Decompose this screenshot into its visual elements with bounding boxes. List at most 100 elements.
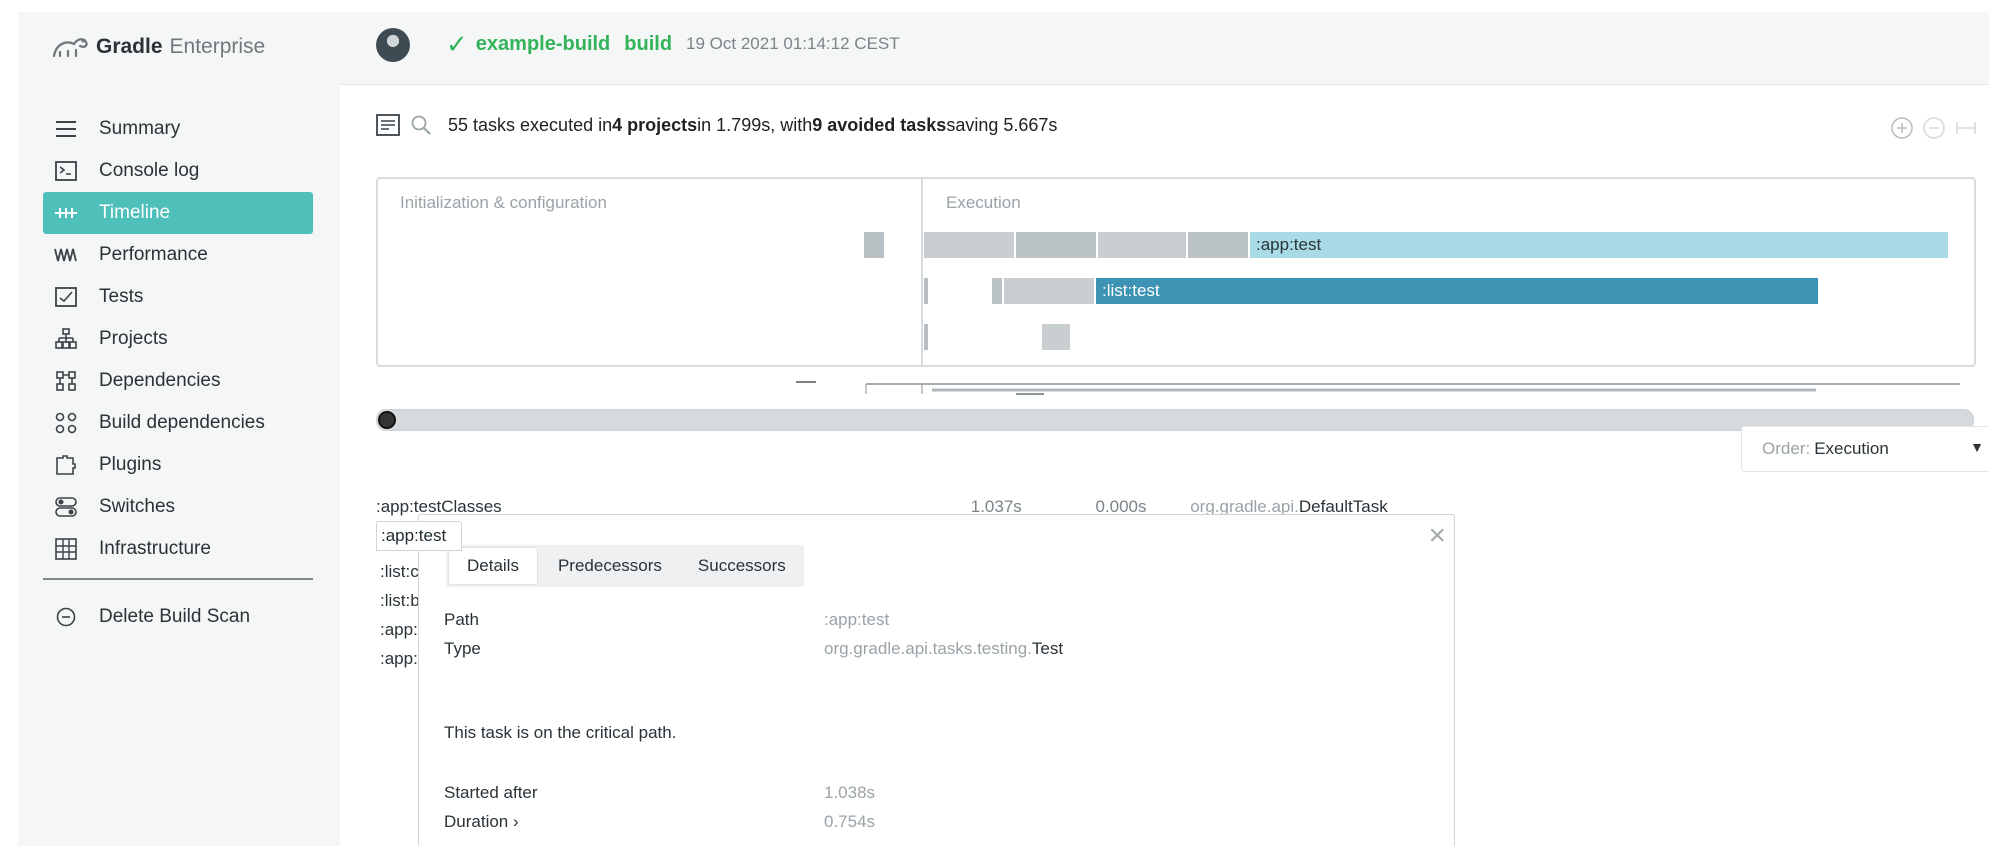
- sidebar-item-projects[interactable]: Projects: [43, 318, 313, 360]
- sidebar-item-label: Build dependencies: [99, 412, 265, 433]
- performance-icon: [51, 242, 81, 268]
- sidebar-item-infrastructure[interactable]: Infrastructure: [43, 528, 313, 570]
- task-bar[interactable]: [1188, 232, 1248, 258]
- started-after-label: Started after: [444, 783, 538, 802]
- build-dependencies-icon: [51, 410, 81, 436]
- summary-icon: [51, 116, 81, 142]
- started-after-value: 1.038s: [824, 783, 876, 802]
- duration-value: 0.754s: [824, 812, 876, 831]
- zoom-controls: [1890, 116, 1978, 140]
- task-bar[interactable]: [1098, 232, 1186, 258]
- projects-icon: [51, 326, 81, 352]
- sidebar-item-label: Projects: [99, 328, 168, 349]
- tab-successors[interactable]: Successors: [680, 545, 804, 587]
- detail-tabs: Details Predecessors Successors: [446, 545, 804, 587]
- summary-avoided: 9 avoided tasks: [812, 114, 947, 135]
- sidebar: Summary Console log Timeline Performance…: [18, 84, 340, 846]
- summary-middle: in 1.799s, with: [697, 114, 813, 135]
- sidebar-item-label: Switches: [99, 496, 176, 517]
- task-bar[interactable]: [864, 232, 884, 258]
- sidebar-item-summary[interactable]: Summary: [43, 108, 313, 150]
- sidebar-item-timeline[interactable]: Timeline: [43, 192, 313, 234]
- tab-predecessors[interactable]: Predecessors: [540, 545, 680, 587]
- dependencies-icon: [51, 368, 81, 394]
- sidebar-item-label: Summary: [99, 118, 181, 139]
- path-value: :app:test: [824, 610, 890, 629]
- zoom-out-icon[interactable]: [1922, 116, 1946, 140]
- init-phase-label: Initialization & configuration: [400, 193, 607, 212]
- brand-name: Gradle: [96, 35, 163, 58]
- type-prefix: org.gradle.api.tasks.testing.: [824, 639, 1032, 658]
- brand-product: Enterprise: [169, 35, 266, 58]
- list-view-icon[interactable]: [376, 114, 400, 136]
- build-task[interactable]: build: [624, 33, 672, 56]
- sidebar-item-label: Performance: [99, 244, 208, 265]
- scrollbar-handle[interactable]: [378, 411, 396, 429]
- sidebar-item-performance[interactable]: Performance: [43, 234, 313, 276]
- type-label: Type: [444, 639, 481, 658]
- infrastructure-icon: [51, 536, 81, 562]
- sidebar-item-tests[interactable]: Tests: [43, 276, 313, 318]
- zoom-in-icon[interactable]: [1890, 116, 1914, 140]
- summary-suffix: saving 5.667s: [946, 114, 1058, 135]
- fit-width-icon[interactable]: [1954, 116, 1978, 140]
- sidebar-item-label: Dependencies: [99, 370, 221, 391]
- list-test-bar[interactable]: :list:test: [1096, 278, 1818, 304]
- task-bar[interactable]: [924, 278, 928, 304]
- avatar[interactable]: [376, 28, 410, 62]
- search-icon[interactable]: [410, 114, 432, 136]
- task-bar[interactable]: [992, 278, 1002, 304]
- selected-task[interactable]: :app:test: [376, 521, 462, 551]
- sidebar-item-label: Infrastructure: [99, 538, 211, 559]
- close-icon[interactable]: ×: [1428, 521, 1446, 551]
- delete-build-scan-button[interactable]: Delete Build Scan: [43, 596, 313, 638]
- sidebar-item-console-log[interactable]: Console log: [43, 150, 313, 192]
- list-test-bar-label: :list:test: [1102, 281, 1160, 300]
- minus-circle-icon: [51, 604, 81, 630]
- sidebar-item-label: Timeline: [99, 202, 171, 223]
- build-name[interactable]: example-build: [476, 33, 610, 56]
- task-bar[interactable]: [1004, 278, 1094, 304]
- task-bar[interactable]: [924, 324, 928, 350]
- sidebar-item-label: Plugins: [99, 454, 162, 475]
- tests-icon: [51, 284, 81, 310]
- phase-divider: [921, 179, 923, 365]
- sidebar-item-plugins[interactable]: Plugins: [43, 444, 313, 486]
- task-bar[interactable]: [924, 232, 1014, 258]
- gradle-logo-icon: [52, 38, 88, 58]
- critical-path-note: This task is on the critical path.: [444, 723, 677, 742]
- timeline-minimap[interactable]: [376, 374, 1972, 400]
- summary-prefix: 55 tasks executed in: [448, 114, 613, 135]
- timeline-summary: 55 tasks executed in 4 projects in 1.799…: [376, 114, 1057, 136]
- order-value: Execution: [1814, 439, 1889, 458]
- order-select[interactable]: Order: Execution ▼: [1741, 426, 1989, 472]
- sidebar-item-switches[interactable]: Switches: [43, 486, 313, 528]
- top-strip: [0, 0, 1989, 12]
- timeline-chart[interactable]: Initialization & configuration Execution…: [376, 177, 1976, 367]
- task-detail-panel: × Details Predecessors Successors Path :…: [418, 514, 1455, 847]
- type-name: Test: [1031, 639, 1064, 658]
- console-icon: [51, 158, 81, 184]
- summary-projects: 4 projects: [612, 114, 698, 135]
- sidebar-item-dependencies[interactable]: Dependencies: [43, 360, 313, 402]
- plugins-icon: [51, 452, 81, 478]
- build-time: 19 Oct 2021 01:14:12 CEST: [686, 34, 900, 53]
- sidebar-item-label: Console log: [99, 160, 200, 181]
- type-value: org.gradle.api.tasks.testing.Test: [824, 639, 1063, 659]
- chevron-down-icon: ▼: [1970, 439, 1984, 455]
- timeline-scrollbar[interactable]: [376, 409, 1974, 431]
- app-test-bar[interactable]: :app:test: [1250, 232, 1948, 258]
- delete-build-scan-label: Delete Build Scan: [99, 606, 251, 627]
- switches-icon: [51, 494, 81, 520]
- task-bar[interactable]: [1016, 232, 1096, 258]
- order-label: Order:: [1762, 439, 1811, 458]
- sidebar-item-label: Tests: [99, 286, 144, 307]
- execution-phase-label: Execution: [946, 193, 1021, 212]
- sidebar-item-build-dependencies[interactable]: Build dependencies: [43, 402, 313, 444]
- app-test-bar-label: :app:test: [1256, 235, 1322, 254]
- duration-label[interactable]: Duration ›: [444, 812, 519, 832]
- tab-details[interactable]: Details: [448, 547, 538, 585]
- brand[interactable]: Gradle Enterprise: [50, 30, 265, 64]
- task-bar[interactable]: [1042, 324, 1070, 350]
- header: Gradle Enterprise ✓ example-build build …: [18, 12, 1989, 85]
